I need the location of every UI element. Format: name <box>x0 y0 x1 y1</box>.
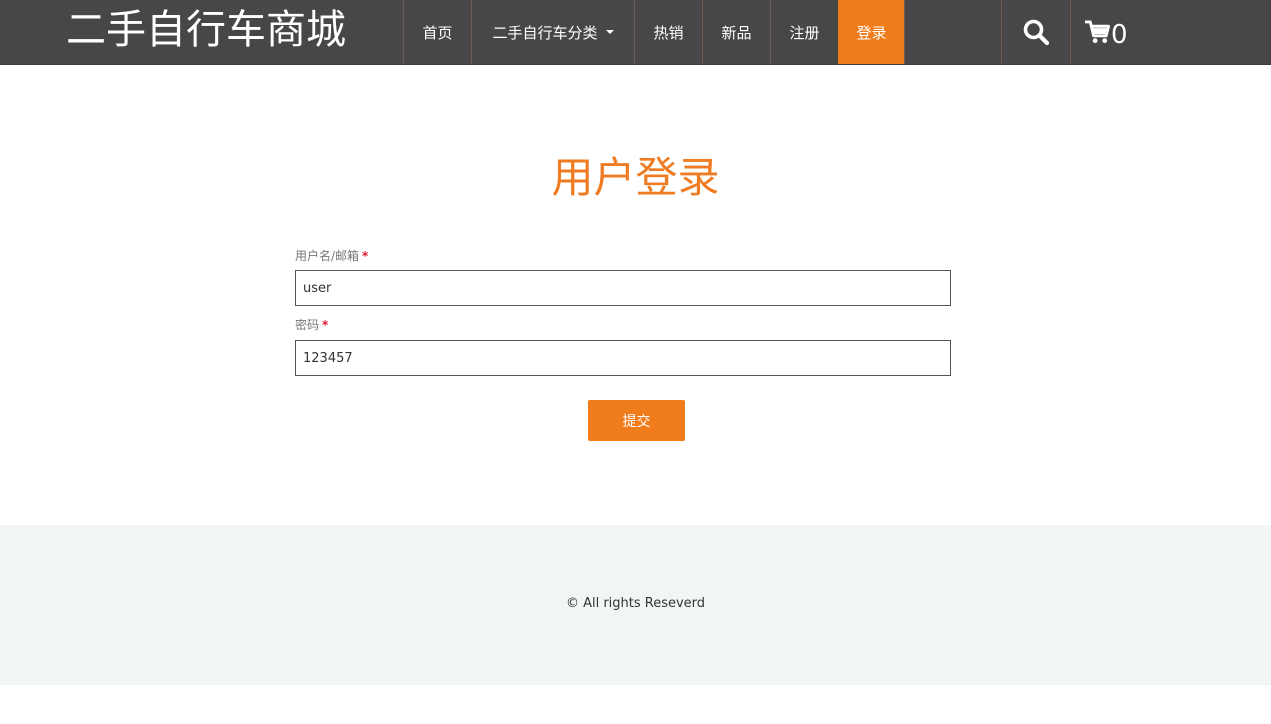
footer: © All rights Reseverd <box>0 525 1271 685</box>
nav-category-label: 二手自行车分类 <box>492 23 598 42</box>
required-mark: * <box>322 318 329 332</box>
nav-register[interactable]: 注册 <box>770 0 838 64</box>
nav-home-label: 首页 <box>422 23 453 42</box>
top-navbar: 二手自行车商城 首页 二手自行车分类 热销 新品 注册 登录 0 <box>0 0 1271 65</box>
nav-hot[interactable]: 热销 <box>634 0 702 64</box>
nav-register-label: 注册 <box>789 23 820 42</box>
password-label: 密码 * <box>295 316 328 333</box>
shopping-cart-icon <box>1085 19 1110 43</box>
cart-count: 0 <box>1111 20 1128 50</box>
nav-new-label: 新品 <box>721 23 752 42</box>
username-label: 用户名/邮箱 * <box>295 247 368 264</box>
nav-home[interactable]: 首页 <box>403 0 471 64</box>
page-title: 用户登录 <box>551 153 720 202</box>
username-input[interactable] <box>295 270 951 306</box>
username-label-text: 用户名/邮箱 <box>295 249 360 263</box>
password-input[interactable] <box>295 340 951 376</box>
nav-tools: 0 <box>1001 0 1140 64</box>
password-label-text: 密码 <box>295 318 320 332</box>
caret-down-icon <box>605 30 614 34</box>
main-nav: 首页 二手自行车分类 热销 新品 注册 登录 <box>403 0 905 64</box>
search-icon <box>1023 19 1050 46</box>
nav-hot-label: 热销 <box>653 23 684 42</box>
site-brand[interactable]: 二手自行车商城 <box>66 4 346 56</box>
search-button[interactable] <box>1001 0 1070 64</box>
nav-category-dropdown[interactable]: 二手自行车分类 <box>471 0 634 64</box>
required-mark: * <box>362 249 369 263</box>
cart-button[interactable]: 0 <box>1070 0 1140 64</box>
submit-button[interactable]: 提交 <box>588 400 685 441</box>
nav-login-label: 登录 <box>856 23 887 42</box>
nav-login[interactable]: 登录 <box>838 0 905 64</box>
copyright-text: © All rights Reseverd <box>565 596 706 611</box>
nav-new[interactable]: 新品 <box>702 0 770 64</box>
